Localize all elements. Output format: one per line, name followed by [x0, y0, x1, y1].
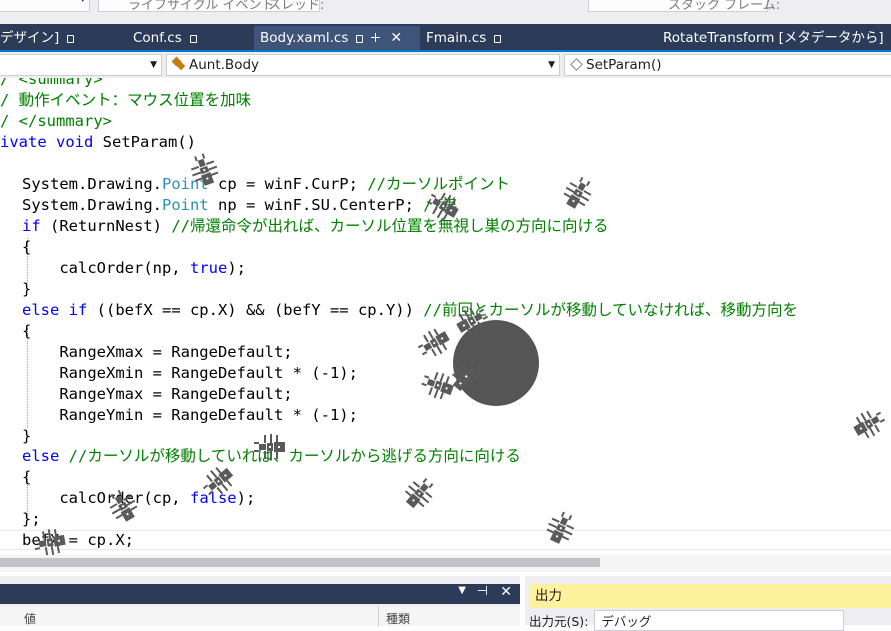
- ant-icon: [254, 434, 285, 460]
- ant-icon: [559, 172, 598, 213]
- locals-column-headers: 値 種類: [0, 606, 520, 626]
- column-divider: [378, 606, 379, 626]
- output-panel-header: 出力: [529, 584, 891, 608]
- output-source-select[interactable]: デバッグ: [594, 610, 845, 631]
- column-value[interactable]: 値: [24, 610, 36, 627]
- locals-panel-header: ▼ ⊣ ✕: [0, 584, 520, 604]
- ant-icon: [422, 186, 463, 225]
- ant-icon: [413, 324, 454, 363]
- close-icon[interactable]: ✕: [500, 584, 512, 600]
- ant-icon: [418, 367, 457, 403]
- output-source-row: 出力元(S): デバッグ: [529, 610, 891, 631]
- ant-icon: [446, 355, 487, 397]
- column-type[interactable]: 種類: [386, 610, 410, 627]
- ant-icon: [186, 150, 222, 189]
- ant-icon: [452, 301, 493, 340]
- ant-icon: [197, 461, 239, 502]
- ant-icon: [103, 485, 142, 526]
- locals-panel: ▼ ⊣ ✕ 値 種類: [0, 576, 520, 626]
- ant-icon: [849, 404, 890, 443]
- ant-sprites-layer: [32, 150, 890, 558]
- output-source-label: 出力元(S):: [529, 614, 589, 629]
- ant-icon: [32, 526, 68, 558]
- ant-icon: [542, 508, 580, 548]
- ant-icon: [399, 472, 440, 514]
- output-panel: 出力 出力元(S): デバッグ: [525, 576, 891, 631]
- chevron-down-icon[interactable]: ▼: [458, 585, 466, 596]
- pin-icon[interactable]: ⊣: [477, 584, 488, 599]
